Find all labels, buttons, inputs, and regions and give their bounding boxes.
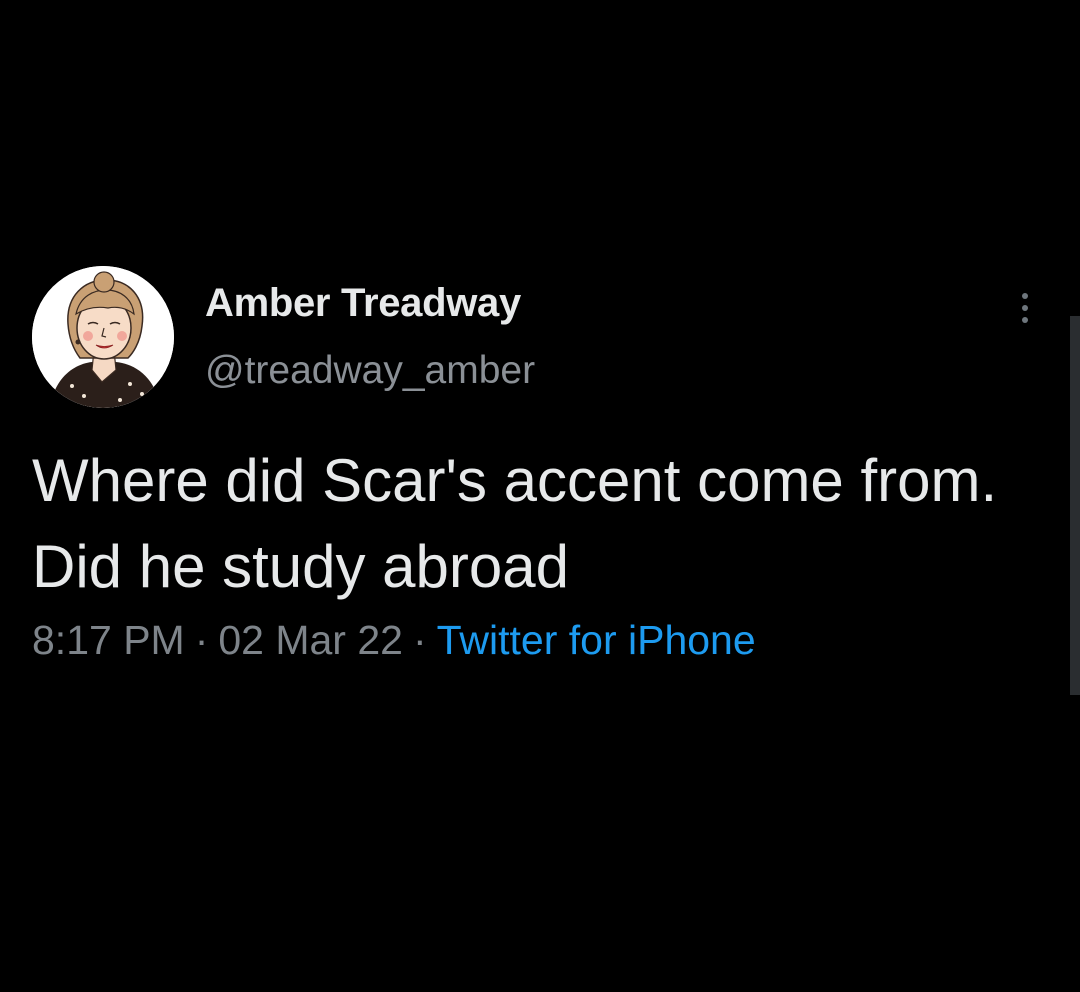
more-dot-icon	[1022, 305, 1028, 311]
tweet: Amber Treadway @treadway_amber Where did…	[0, 0, 1080, 992]
tweet-source-link[interactable]: Twitter for iPhone	[437, 617, 756, 663]
tweet-metadata: 8:17 PM · 02 Mar 22 · Twitter for iPhone	[32, 617, 756, 664]
separator: ·	[412, 617, 427, 663]
more-options-button[interactable]	[1006, 286, 1046, 330]
tweet-date[interactable]: 02 Mar 22	[218, 617, 403, 663]
more-dot-icon	[1022, 317, 1028, 323]
separator: ·	[194, 617, 209, 663]
avatar-illustration	[32, 266, 174, 408]
scrollbar[interactable]	[1070, 316, 1080, 695]
user-handle[interactable]: @treadway_amber	[205, 349, 535, 393]
display-name[interactable]: Amber Treadway	[205, 281, 521, 326]
more-dot-icon	[1022, 293, 1028, 299]
tweet-text: Where did Scar's accent come from. Did h…	[32, 447, 998, 600]
tweet-time[interactable]: 8:17 PM	[32, 617, 185, 663]
avatar[interactable]	[32, 266, 174, 408]
